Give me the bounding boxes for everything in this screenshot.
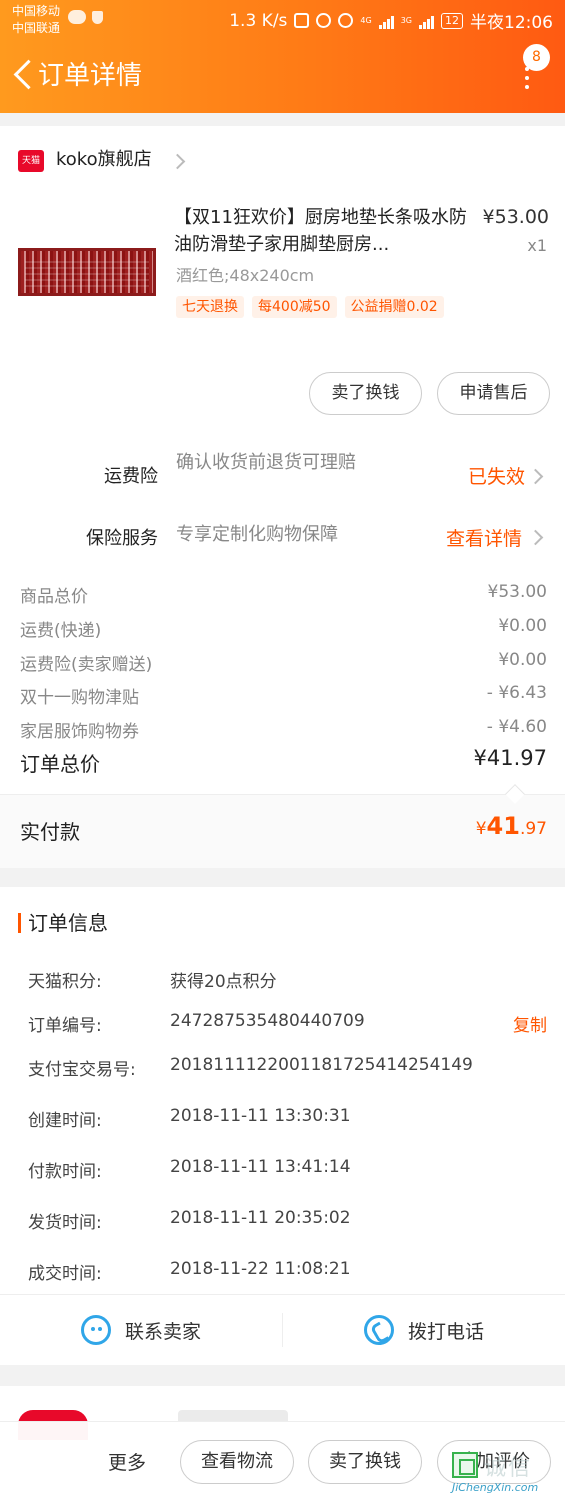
signal-1-icon [378, 13, 394, 29]
paid-value: ¥41.97 [476, 812, 547, 840]
alarm-icon [316, 13, 332, 28]
summary-label: 双十一购物津贴 [20, 688, 139, 708]
info-value: 2018-11-11 20:35:02 [170, 1208, 351, 1228]
info-label: 发货时间: [28, 1213, 102, 1233]
shield-icon [92, 11, 103, 24]
product-spec: 酒红色;48x240cm [176, 266, 315, 285]
summary-value: ¥0.00 [498, 650, 547, 670]
product-price: ¥53.00 [482, 206, 549, 228]
carrier-names: 中国移动 中国联通 [12, 3, 60, 37]
message-count-badge[interactable]: 8 [523, 44, 550, 71]
page-title: 订单详情 [38, 61, 143, 91]
summary-value: - ¥6.43 [486, 683, 547, 703]
more-actions-button[interactable]: 更多 [108, 1448, 146, 1475]
summary-label: 商品总价 [20, 587, 88, 607]
order-total-value: ¥41.97 [473, 746, 547, 770]
order-card: 天猫 koko旗舰店 【双11狂欢价】厨房地垫长条吸水防油防滑垫子家用脚垫厨房.… [0, 126, 565, 868]
tag-return: 七天退换 [176, 296, 244, 318]
shipping-insurance-status[interactable]: 已失效 [468, 462, 525, 489]
watermark-url: JiChengXin.com [452, 1481, 539, 1494]
info-label: 创建时间: [28, 1111, 102, 1131]
divider [0, 794, 565, 795]
order-total-label: 订单总价 [20, 752, 100, 776]
paid-decimal: .97 [519, 819, 547, 839]
signal-2-icon [419, 13, 434, 29]
product-quantity: x1 [527, 236, 547, 255]
tag-discount: 每400减50 [252, 296, 337, 318]
order-info-card: 订单信息 天猫积分: 获得20点积分 订单编号: 247287535480440… [0, 887, 565, 1365]
info-value: 获得20点积分 [170, 972, 277, 992]
info-value: 2018-11-11 13:30:31 [170, 1106, 351, 1126]
status-bar: 中国移动 中国联通 1.3 K/s 4G 3G 12 半夜12:06 [0, 0, 565, 40]
summary-label: 运费险(卖家赠送) [20, 655, 153, 675]
insurance-service-label: 保险服务 [86, 528, 158, 549]
network-type-2: 3G [400, 16, 412, 25]
summary-value: - ¥4.60 [486, 717, 547, 737]
watermark-logo-icon [452, 1452, 478, 1478]
contact-seller-button[interactable]: 联系卖家 [0, 1295, 282, 1365]
insurance-service-desc: 专享定制化购物保障 [176, 524, 338, 545]
summary-label: 家居服饰购物券 [20, 722, 139, 742]
sell-for-cash-button[interactable]: 卖了换钱 [308, 1440, 422, 1484]
info-label: 付款时间: [28, 1162, 102, 1182]
status-indicators: 1.3 K/s 4G 3G 12 半夜12:06 [229, 8, 553, 34]
eye-icon [338, 13, 354, 28]
battery-icon: 12 [441, 12, 463, 29]
network-speed: 1.3 K/s [229, 10, 288, 31]
info-label: 成交时间: [28, 1264, 102, 1284]
product-tags: 七天退换 每400减50 公益捐赠0.02 [176, 296, 444, 318]
store-name[interactable]: koko旗舰店 [56, 146, 152, 174]
info-label: 天猫积分: [28, 972, 102, 992]
tag-charity: 公益捐赠0.02 [344, 296, 444, 318]
sell-item-button[interactable]: 卖了换钱 [309, 372, 422, 415]
summary-value: ¥0.00 [498, 616, 547, 636]
clock: 半夜12:06 [470, 13, 553, 33]
shipping-insurance-label: 运费险 [104, 466, 158, 487]
summary-value: ¥53.00 [487, 582, 547, 602]
carrier-2: 中国联通 [12, 21, 61, 35]
shipping-insurance-desc: 确认收货前退货可理赔 [176, 452, 356, 473]
order-info-title: 订单信息 [28, 911, 108, 935]
watermark-text: 诚信 [484, 1456, 533, 1481]
product-thumbnail[interactable] [18, 248, 156, 296]
copy-order-number-button[interactable]: 复制 [513, 1011, 547, 1036]
back-arrow-icon[interactable] [8, 58, 38, 94]
info-label: 支付宝交易号: [28, 1060, 136, 1080]
paid-amount-row: 实付款 ¥41.97 [0, 794, 565, 868]
wechat-notification-icon [68, 10, 86, 24]
info-value: 247287535480440709 [170, 1011, 365, 1031]
chat-icon [80, 1315, 111, 1345]
info-value: 2018-11-22 11:08:21 [170, 1259, 351, 1279]
vibrate-icon [294, 13, 310, 28]
tmall-store-icon: 天猫 [18, 150, 44, 172]
info-value: 2018-11-11 13:41:14 [170, 1157, 351, 1177]
insurance-chevron-right-icon[interactable] [527, 468, 544, 485]
contact-seller-label: 联系卖家 [124, 1320, 201, 1343]
view-logistics-button[interactable]: 查看物流 [180, 1440, 294, 1484]
info-label: 订单编号: [28, 1016, 102, 1036]
call-phone-label: 拨打电话 [407, 1320, 484, 1343]
details-chevron-right-icon[interactable] [527, 529, 544, 546]
after-sale-button[interactable]: 申请售后 [437, 372, 550, 415]
carrier-1: 中国移动 [12, 4, 61, 18]
phone-icon [363, 1315, 394, 1345]
paid-label: 实付款 [20, 820, 80, 844]
paid-integer: 41 [486, 812, 520, 840]
product-title[interactable]: 【双11狂欢价】厨房地垫长条吸水防油防滑垫子家用脚垫厨房... [174, 204, 468, 258]
paid-currency: ¥ [475, 819, 487, 839]
insurance-details-link[interactable]: 查看详情 [446, 524, 522, 551]
summary-label: 运费(快递) [20, 621, 102, 641]
info-value: 2018111122001181725414254149 [170, 1055, 473, 1075]
store-chevron-right-icon[interactable] [169, 153, 186, 170]
call-phone-button[interactable]: 拨打电话 [283, 1295, 565, 1365]
section-accent-bar [18, 913, 21, 933]
network-type-1: 4G [360, 16, 372, 25]
